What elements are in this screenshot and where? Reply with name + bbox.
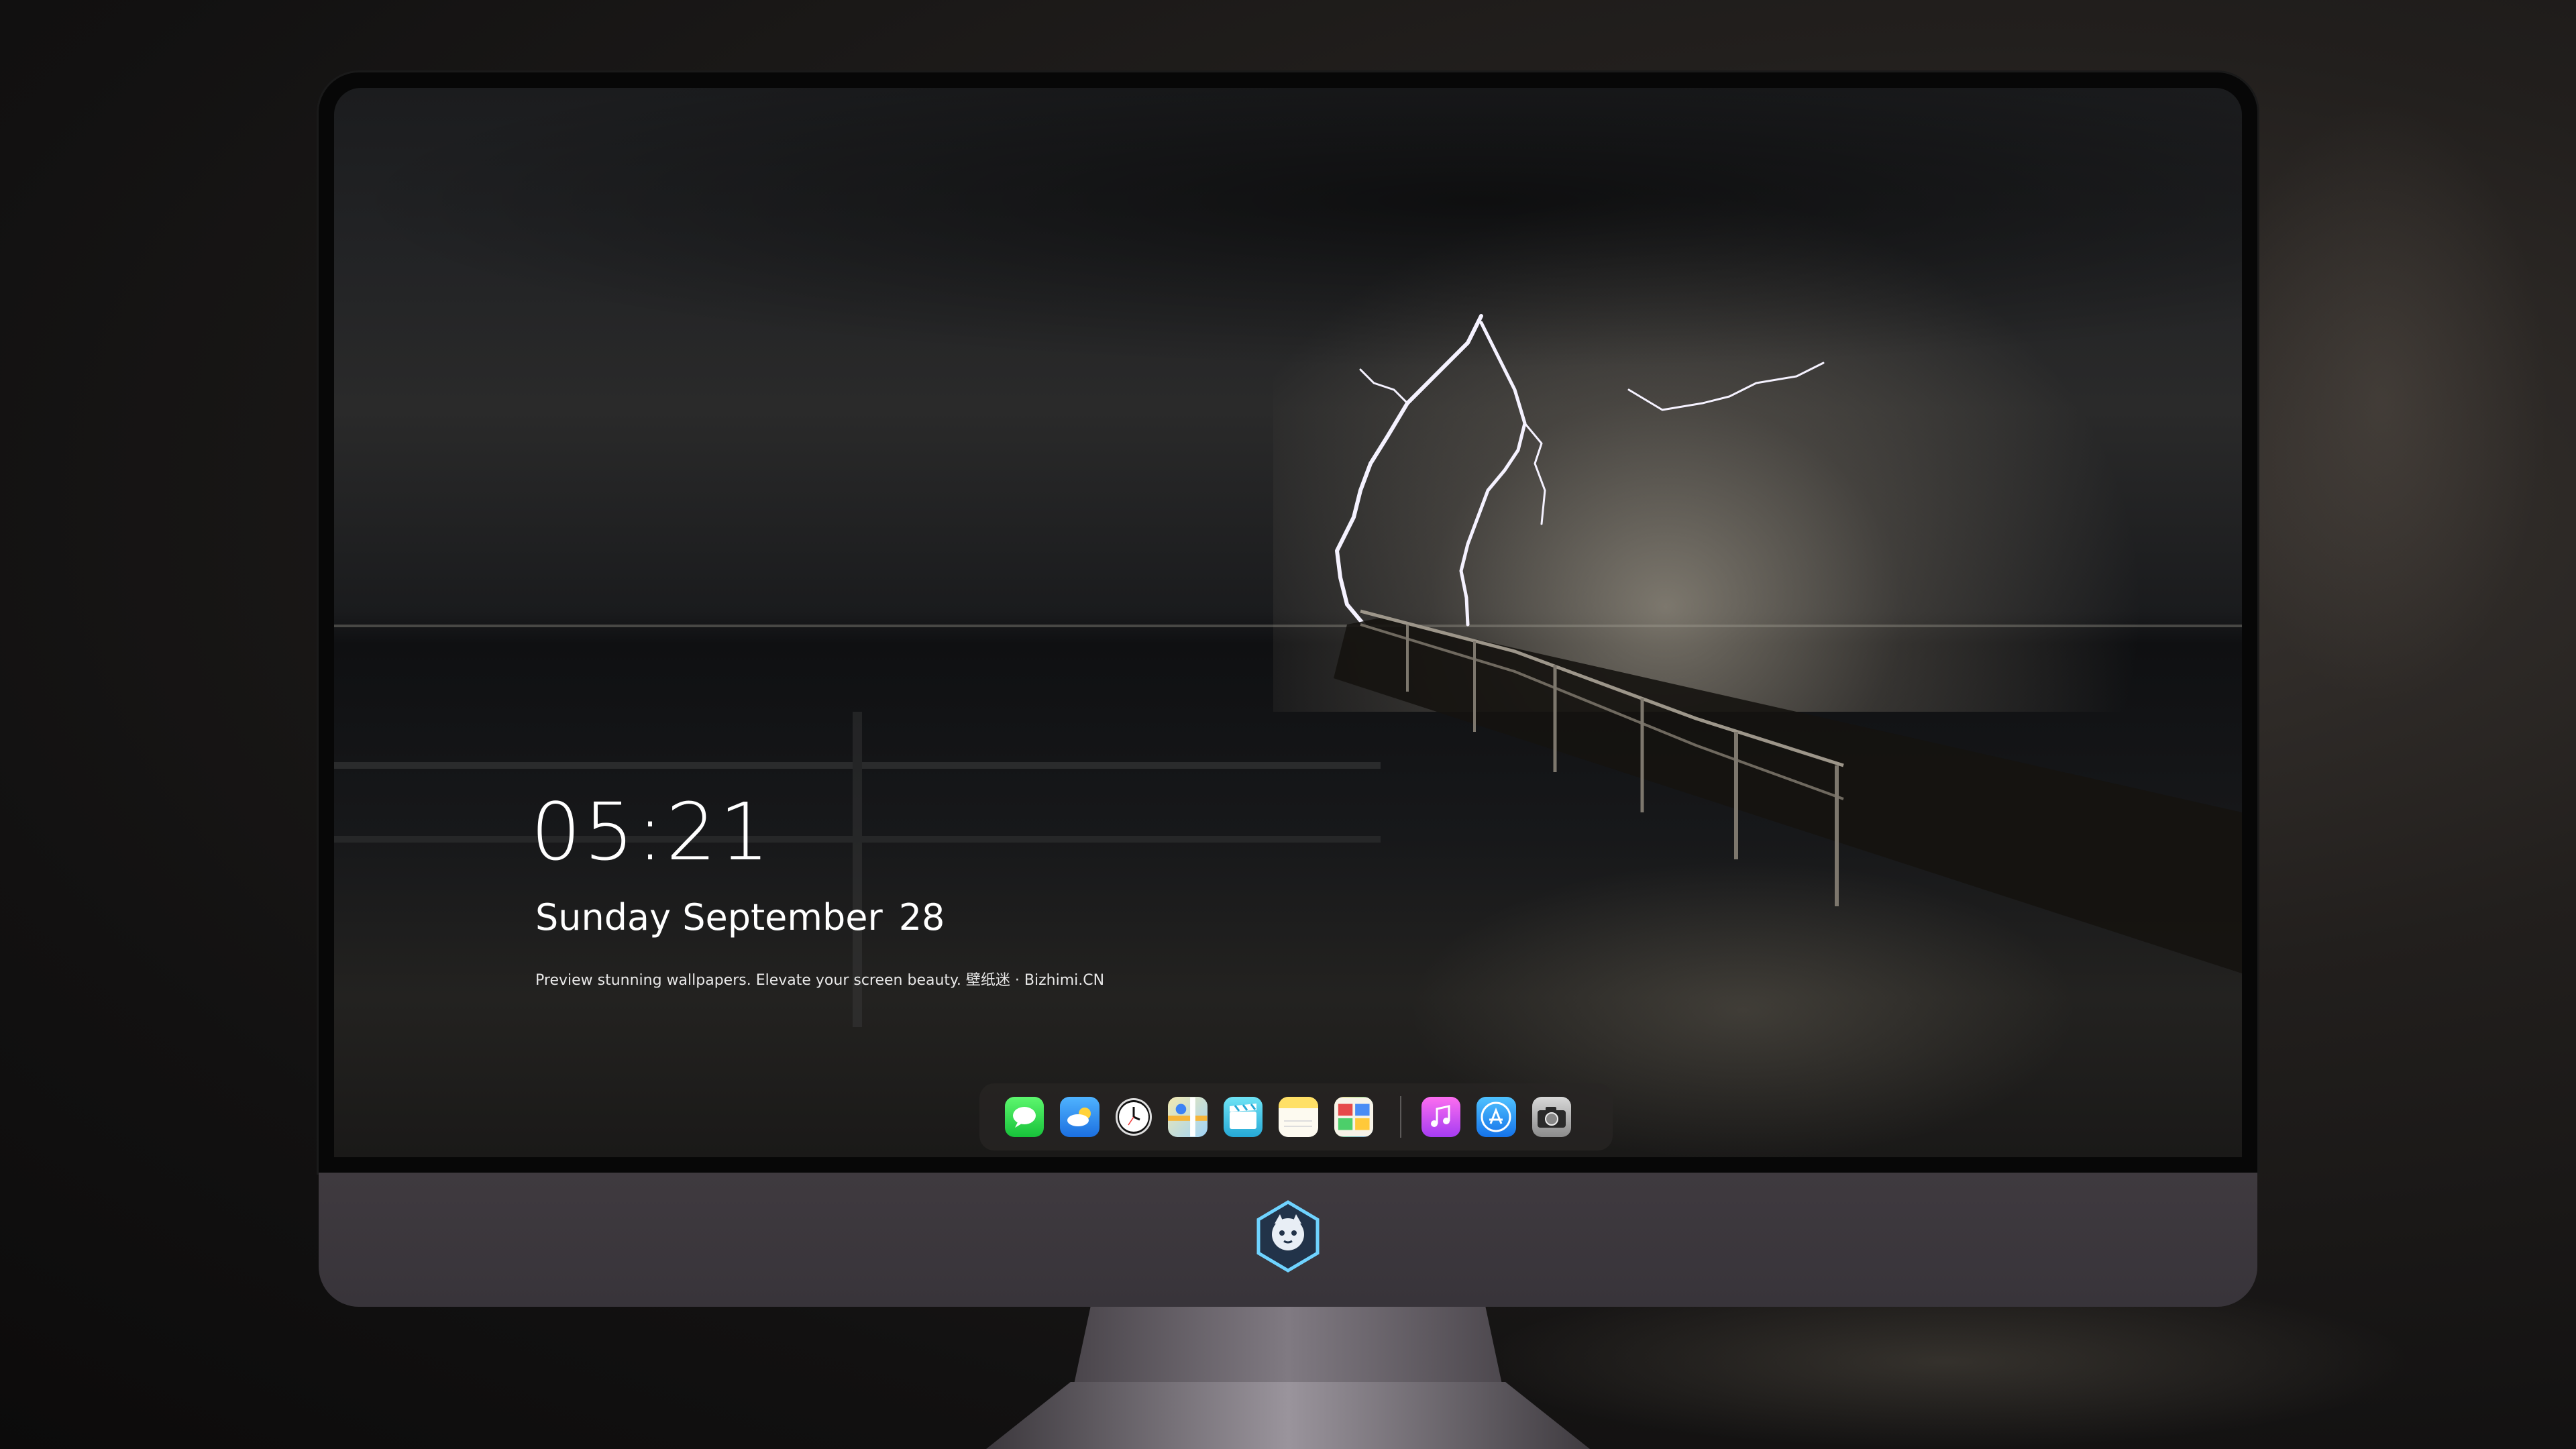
weather-icon[interactable] [1060, 1097, 1099, 1137]
dock [979, 1083, 1613, 1150]
wallpaper-image [334, 314, 2242, 1027]
background-glow [2214, 101, 2549, 704]
dock-separator [1399, 1096, 1401, 1138]
display-bezel: 05:21 Sunday September 28 Preview stunnin… [319, 72, 2257, 1173]
maps-icon[interactable] [1168, 1097, 1208, 1137]
date-weekday-month: Sunday September [535, 896, 883, 938]
pier [1334, 609, 2242, 973]
notes-icon[interactable] [1279, 1097, 1318, 1137]
brand-logo-icon [1256, 1200, 1320, 1273]
wallpaper-caption: Preview stunning wallpapers. Elevate you… [535, 972, 1105, 989]
imac-stand-foot [986, 1382, 1590, 1449]
imac-mockup: 05:21 Sunday September 28 Preview stunnin… [319, 72, 2257, 1307]
lock-screen-time: 05:21 [531, 786, 773, 878]
date-day: 28 [898, 896, 945, 938]
app-store-icon[interactable] [1477, 1097, 1516, 1137]
clips-icon[interactable] [1223, 1097, 1263, 1137]
imac-stand-neck [1073, 1307, 1503, 1387]
clock-icon[interactable] [1115, 1098, 1152, 1136]
lightning-bolts [1335, 314, 1825, 627]
lock-screen-date: Sunday September 28 [535, 896, 945, 938]
lock-screen: 05:21 Sunday September 28 Preview stunnin… [334, 88, 2242, 1157]
photos-icon[interactable] [1334, 1097, 1373, 1137]
music-icon[interactable] [1421, 1097, 1461, 1137]
camera-icon[interactable] [1532, 1097, 1571, 1137]
messages-icon[interactable] [1005, 1097, 1044, 1137]
